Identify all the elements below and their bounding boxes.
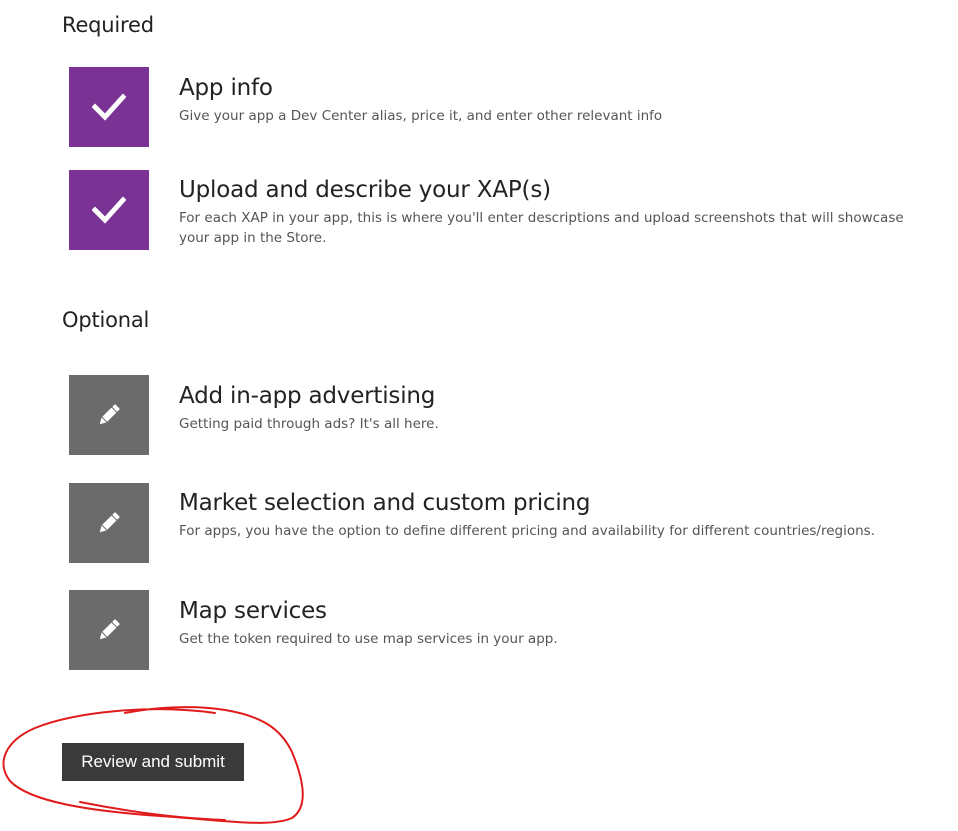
pencil-icon: [99, 404, 120, 425]
item-description: Give your app a Dev Center alias, price …: [179, 108, 663, 124]
edit-tile[interactable]: [69, 375, 149, 455]
item-title[interactable]: App info: [179, 75, 273, 101]
pencil-icon: [99, 512, 120, 533]
item-description: For each XAP in your app, this is where …: [179, 210, 904, 246]
edit-tile[interactable]: [69, 483, 149, 563]
item-title[interactable]: Upload and describe your XAP(s): [179, 177, 551, 203]
item-title[interactable]: Map services: [179, 598, 327, 624]
status-tile[interactable]: [69, 67, 149, 147]
item-description: For apps, you have the option to define …: [179, 523, 875, 539]
optional-item-in-app-advertising[interactable]: Add in-app advertising Getting paid thro…: [69, 375, 929, 455]
item-description: Get the token required to use map servic…: [179, 631, 558, 647]
check-icon: [92, 93, 126, 121]
item-description: Getting paid through ads? It's all here.: [179, 416, 439, 432]
check-icon: [92, 196, 126, 224]
optional-section-heading: Optional: [62, 308, 150, 332]
optional-item-map-services[interactable]: Map services Get the token required to u…: [69, 590, 929, 670]
pencil-icon: [99, 619, 120, 640]
item-title[interactable]: Market selection and custom pricing: [179, 490, 591, 516]
required-item-app-info[interactable]: App info Give your app a Dev Center alia…: [69, 67, 929, 147]
status-tile[interactable]: [69, 170, 149, 250]
optional-item-market-selection[interactable]: Market selection and custom pricing For …: [69, 483, 929, 563]
review-and-submit-button[interactable]: Review and submit: [62, 743, 244, 781]
item-title[interactable]: Add in-app advertising: [179, 383, 435, 409]
required-section-heading: Required: [62, 13, 154, 37]
required-item-upload-xap[interactable]: Upload and describe your XAP(s) For each…: [69, 170, 929, 250]
edit-tile[interactable]: [69, 590, 149, 670]
